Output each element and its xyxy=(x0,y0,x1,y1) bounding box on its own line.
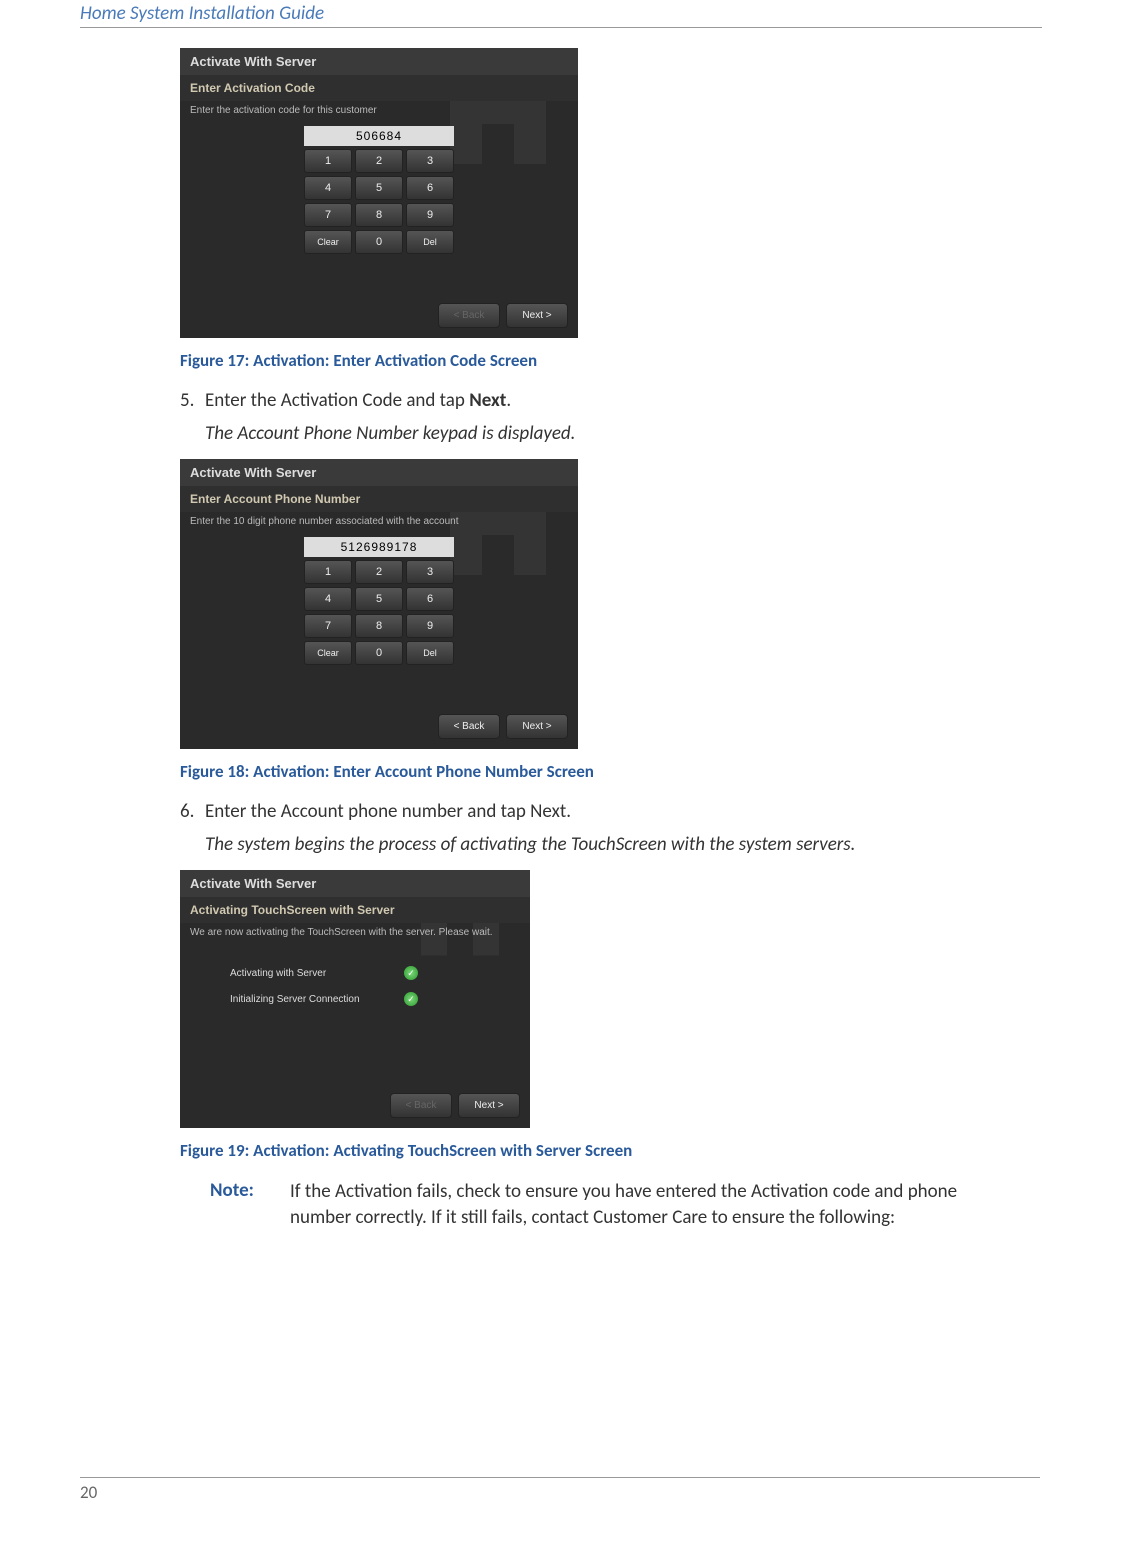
screen-title: Activate With Server xyxy=(180,459,578,486)
keypad-display: 5126989178 xyxy=(304,537,454,557)
keypad: 506684 1 2 3 4 5 6 7 8 9 Clear xyxy=(304,126,454,254)
key-6[interactable]: 6 xyxy=(406,176,454,200)
step-6-text: Enter the Account phone number and tap N… xyxy=(205,800,571,823)
screen-subtitle: Enter Activation Code xyxy=(180,75,578,101)
step-6: 6. Enter the Account phone number and ta… xyxy=(180,800,1022,823)
page-header: Home System Installation Guide xyxy=(80,0,1042,28)
key-0[interactable]: 0 xyxy=(355,641,403,665)
note-label: Note: xyxy=(210,1179,290,1230)
figure-17-caption: Figure 17: Activation: Enter Activation … xyxy=(180,350,1022,371)
page-number: 20 xyxy=(80,1477,1040,1503)
key-1[interactable]: 1 xyxy=(304,560,352,584)
key-clear[interactable]: Clear xyxy=(304,230,352,254)
key-2[interactable]: 2 xyxy=(355,560,403,584)
check-icon: ✓ xyxy=(404,992,418,1006)
next-button[interactable]: Next > xyxy=(506,714,568,739)
main-content: Activate With Server Enter Activation Co… xyxy=(180,48,1022,1230)
screen-instruction: We are now activating the TouchScreen wi… xyxy=(180,923,530,948)
key-5[interactable]: 5 xyxy=(355,587,403,611)
status-activating: Activating with Server ✓ xyxy=(230,966,530,980)
key-7[interactable]: 7 xyxy=(304,203,352,227)
key-8[interactable]: 8 xyxy=(355,203,403,227)
key-del[interactable]: Del xyxy=(406,230,454,254)
screen-instruction: Enter the activation code for this custo… xyxy=(180,101,578,126)
screen-subtitle: Enter Account Phone Number xyxy=(180,486,578,512)
key-3[interactable]: 3 xyxy=(406,149,454,173)
next-button[interactable]: Next > xyxy=(458,1093,520,1118)
key-9[interactable]: 9 xyxy=(406,614,454,638)
step-6-number: 6. xyxy=(180,800,205,823)
status-label: Initializing Server Connection xyxy=(230,994,390,1005)
step-5-result: The Account Phone Number keypad is displ… xyxy=(205,422,1022,445)
activation-code-screenshot: Activate With Server Enter Activation Co… xyxy=(180,48,578,338)
screen-subtitle: Activating TouchScreen with Server xyxy=(180,897,530,923)
activating-screenshot: Activate With Server Activating TouchScr… xyxy=(180,870,530,1128)
note-text: If the Activation fails, check to ensure… xyxy=(290,1179,1022,1230)
key-4[interactable]: 4 xyxy=(304,587,352,611)
screen-title: Activate With Server xyxy=(180,870,530,897)
key-9[interactable]: 9 xyxy=(406,203,454,227)
figure-19-caption: Figure 19: Activation: Activating TouchS… xyxy=(180,1140,1022,1161)
keypad: 5126989178 1 2 3 4 5 6 7 8 9 Clear xyxy=(304,537,454,665)
phone-number-screenshot: Activate With Server Enter Account Phone… xyxy=(180,459,578,749)
status-initializing: Initializing Server Connection ✓ xyxy=(230,992,530,1006)
key-8[interactable]: 8 xyxy=(355,614,403,638)
key-7[interactable]: 7 xyxy=(304,614,352,638)
key-2[interactable]: 2 xyxy=(355,149,403,173)
check-icon: ✓ xyxy=(404,966,418,980)
step-6-result: The system begins the process of activat… xyxy=(205,833,1022,856)
step-5-text: Enter the Activation Code and tap Next. xyxy=(205,389,511,412)
status-label: Activating with Server xyxy=(230,968,390,979)
key-3[interactable]: 3 xyxy=(406,560,454,584)
keypad-display: 506684 xyxy=(304,126,454,146)
screen-title: Activate With Server xyxy=(180,48,578,75)
step-5-number: 5. xyxy=(180,389,205,412)
step-5: 5. Enter the Activation Code and tap Nex… xyxy=(180,389,1022,412)
screen-instruction: Enter the 10 digit phone number associat… xyxy=(180,512,578,537)
back-button[interactable]: < Back xyxy=(438,303,500,328)
next-button[interactable]: Next > xyxy=(506,303,568,328)
back-button[interactable]: < Back xyxy=(390,1093,452,1118)
key-clear[interactable]: Clear xyxy=(304,641,352,665)
key-1[interactable]: 1 xyxy=(304,149,352,173)
note-block: Note: If the Activation fails, check to … xyxy=(210,1179,1022,1230)
figure-18-caption: Figure 18: Activation: Enter Account Pho… xyxy=(180,761,1022,782)
key-del[interactable]: Del xyxy=(406,641,454,665)
key-6[interactable]: 6 xyxy=(406,587,454,611)
back-button[interactable]: < Back xyxy=(438,714,500,739)
key-4[interactable]: 4 xyxy=(304,176,352,200)
key-0[interactable]: 0 xyxy=(355,230,403,254)
key-5[interactable]: 5 xyxy=(355,176,403,200)
